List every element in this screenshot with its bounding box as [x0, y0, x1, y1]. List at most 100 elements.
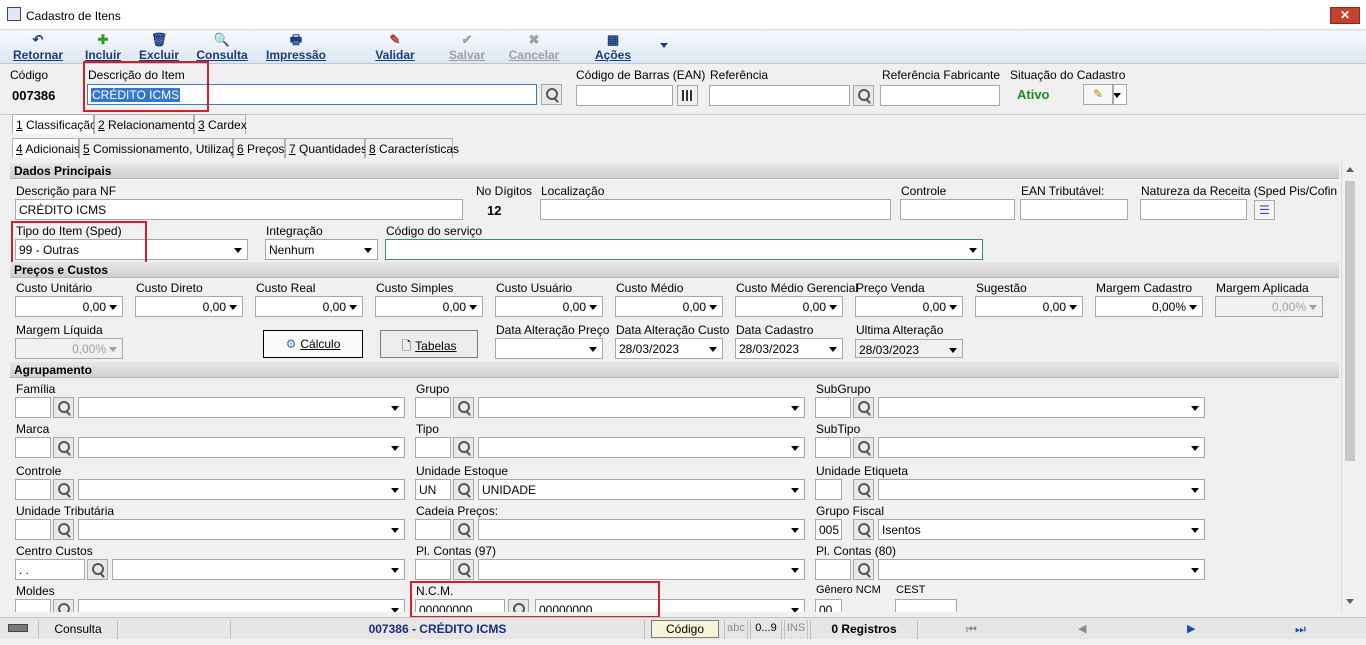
- tabelas-button[interactable]: 🗋 Tabelas: [380, 330, 478, 358]
- controle-input[interactable]: [900, 199, 1015, 220]
- grupo-fiscal-search-icon[interactable]: [853, 519, 874, 540]
- validar-button[interactable]: ✎ Validar: [370, 31, 420, 64]
- data-alteracao-custo-field[interactable]: 28/03/2023: [615, 338, 723, 359]
- unidade-etiqueta-code[interactable]: [815, 479, 842, 500]
- cadeia-precos-dropdown[interactable]: [478, 519, 805, 540]
- unidade-tributaria-code[interactable]: [15, 519, 51, 540]
- pl-contas-97-code[interactable]: [415, 559, 451, 580]
- natureza-receita-input[interactable]: [1140, 199, 1247, 220]
- referencia-input[interactable]: [709, 85, 850, 106]
- unidade-etiqueta-dropdown[interactable]: [878, 479, 1205, 500]
- genero-ncm-input[interactable]: 00: [815, 599, 842, 612]
- tab-comissionamento[interactable]: 5 Comissionamento, Utilização: [79, 138, 248, 158]
- grupo-code[interactable]: [415, 397, 451, 418]
- custo-usuario-field[interactable]: 0,00: [495, 296, 603, 317]
- list-icon[interactable]: ☰: [1254, 200, 1275, 220]
- acoes-dropdown-icon[interactable]: [660, 43, 668, 48]
- consulta-button[interactable]: 🔍 Consulta: [194, 31, 250, 64]
- ean-input[interactable]: [576, 85, 673, 106]
- scroll-up-icon[interactable]: [1346, 167, 1354, 172]
- ultima-alteracao-field[interactable]: 28/03/2023: [855, 339, 963, 358]
- data-cadastro-field[interactable]: 28/03/2023: [735, 338, 843, 359]
- subgrupo-dropdown[interactable]: [878, 397, 1205, 418]
- controle-agrup-code[interactable]: [15, 479, 51, 500]
- tab-quantidades[interactable]: 7 Quantidades: [285, 138, 367, 158]
- controle-search-icon[interactable]: [53, 479, 74, 500]
- custo-unitario-field[interactable]: 0,00: [15, 296, 123, 317]
- moldes-code[interactable]: [15, 599, 51, 612]
- pl-contas-97-dropdown[interactable]: [478, 559, 805, 580]
- codigo-order-button[interactable]: Código: [651, 620, 719, 638]
- unidade-estoque-dropdown[interactable]: UNIDADE: [478, 479, 805, 500]
- marca-code[interactable]: [15, 437, 51, 458]
- subtipo-search-icon[interactable]: [853, 437, 874, 458]
- cadeia-precos-search-icon[interactable]: [453, 519, 474, 540]
- centro-custos-code[interactable]: . .: [15, 559, 85, 580]
- custo-medio-field[interactable]: 0,00: [615, 296, 723, 317]
- custo-direto-field[interactable]: 0,00: [135, 296, 243, 317]
- familia-dropdown[interactable]: [78, 397, 405, 418]
- impressao-button[interactable]: 🖶 Impressão: [262, 31, 330, 64]
- tab-precos[interactable]: 6 Preços: [233, 138, 285, 158]
- subgrupo-search-icon[interactable]: [853, 397, 874, 418]
- desc-nf-input[interactable]: CRÉDITO ICMS: [15, 199, 463, 220]
- sugestao-field[interactable]: 0,00: [975, 296, 1083, 317]
- familia-search-icon[interactable]: [53, 397, 74, 418]
- custo-simples-field[interactable]: 0,00: [375, 296, 483, 317]
- controle-agrup-dropdown[interactable]: [78, 479, 405, 500]
- integracao-dropdown[interactable]: Nenhum: [265, 239, 378, 260]
- tipo-search-icon[interactable]: [453, 437, 474, 458]
- custo-medio-gerencial-field[interactable]: 0,00: [735, 296, 843, 317]
- grupo-search-icon[interactable]: [453, 397, 474, 418]
- custo-real-field[interactable]: 0,00: [255, 296, 363, 317]
- tab-relacionamentos[interactable]: 2 Relacionamentos: [94, 114, 201, 134]
- marca-search-icon[interactable]: [53, 437, 74, 458]
- calculo-button[interactable]: ⚙ Cálculo: [263, 330, 363, 358]
- excluir-button[interactable]: 🗑 Excluir: [136, 31, 182, 64]
- unidade-etiqueta-search-icon[interactable]: [853, 479, 874, 500]
- grupo-fiscal-code[interactable]: 005: [815, 519, 842, 540]
- retornar-button[interactable]: ↶ Retornar: [8, 31, 68, 64]
- situacao-dropdown[interactable]: [1113, 84, 1127, 105]
- cest-input[interactable]: [895, 599, 957, 612]
- subgrupo-code[interactable]: [815, 397, 851, 418]
- grupo-fiscal-dropdown[interactable]: Isentos: [878, 519, 1205, 540]
- scroll-down-icon[interactable]: [1346, 599, 1354, 604]
- unidade-tributaria-dropdown[interactable]: [78, 519, 405, 540]
- cadeia-precos-code[interactable]: [415, 519, 451, 540]
- cancelar-button[interactable]: ✖ Cancelar: [504, 31, 564, 64]
- localizacao-input[interactable]: [540, 199, 891, 220]
- ean-tributavel-input[interactable]: [1020, 199, 1128, 220]
- subtipo-code[interactable]: [815, 437, 851, 458]
- referencia-search-icon[interactable]: [853, 85, 874, 106]
- tab-cardex[interactable]: 3 Cardex: [194, 114, 247, 134]
- scroll-thumb[interactable]: [1345, 181, 1355, 461]
- tab-classificacao[interactable]: 1 Classificação: [12, 114, 97, 134]
- next-record-icon[interactable]: ▶: [1187, 622, 1195, 635]
- familia-code[interactable]: [15, 397, 51, 418]
- pl-contas-97-search-icon[interactable]: [453, 559, 474, 580]
- tipo-code[interactable]: [415, 437, 451, 458]
- vertical-scrollbar[interactable]: [1341, 161, 1358, 612]
- acoes-button[interactable]: ▦ Ações: [590, 31, 636, 64]
- marca-dropdown[interactable]: [78, 437, 405, 458]
- centro-custos-search-icon[interactable]: [87, 559, 108, 580]
- moldes-dropdown[interactable]: [78, 599, 405, 612]
- salvar-button[interactable]: ✔ Salvar: [444, 31, 490, 64]
- tab-caracteristicas[interactable]: 8 Características: [365, 138, 459, 158]
- situacao-edit-icon[interactable]: ✎: [1083, 84, 1113, 105]
- data-alteracao-preco-field[interactable]: [495, 338, 603, 359]
- unidade-estoque-code[interactable]: UN: [415, 479, 451, 500]
- unidade-estoque-search-icon[interactable]: [453, 479, 474, 500]
- pl-contas-80-dropdown[interactable]: [878, 559, 1205, 580]
- unidade-tributaria-search-icon[interactable]: [53, 519, 74, 540]
- tipo-dropdown[interactable]: [478, 437, 805, 458]
- close-button[interactable]: ✕: [1330, 7, 1360, 24]
- subtipo-dropdown[interactable]: [878, 437, 1205, 458]
- first-record-icon[interactable]: ⏮: [966, 622, 977, 637]
- prev-record-icon[interactable]: ◀: [1078, 622, 1086, 635]
- centro-custos-dropdown[interactable]: [112, 559, 405, 580]
- margem-cadastro-field[interactable]: 0,00%: [1095, 296, 1203, 317]
- barcode-icon[interactable]: [677, 85, 698, 106]
- grupo-dropdown[interactable]: [478, 397, 805, 418]
